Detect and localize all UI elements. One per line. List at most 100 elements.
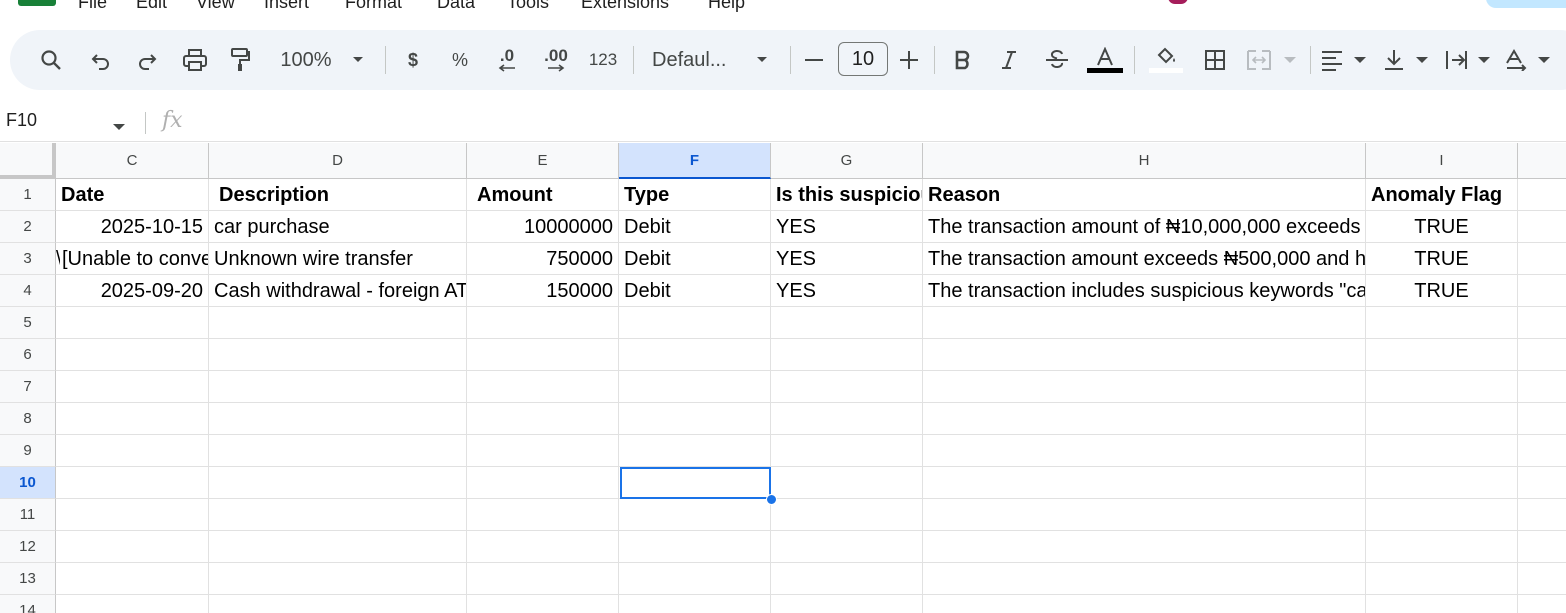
cell-g1[interactable]: Is this suspicious [771,179,923,211]
cell-e14[interactable] [467,595,619,613]
cell-j11[interactable] [1518,499,1566,531]
font-family-dropdown-icon[interactable] [752,30,772,90]
cell-g2[interactable]: YES [771,211,923,243]
cell-g7[interactable] [771,371,923,403]
row-header-7[interactable]: 7 [0,371,56,403]
menu-view[interactable]: View [196,0,235,12]
cell-c3[interactable]: \[Unable to convert [56,243,209,275]
cell-h6[interactable] [923,339,1366,371]
cell-e5[interactable] [467,307,619,339]
cell-i12[interactable] [1366,531,1518,563]
menu-tools[interactable]: Tools [507,0,549,12]
cell-d10[interactable] [209,467,467,499]
row-header-11[interactable]: 11 [0,499,56,531]
cell-i6[interactable] [1366,339,1518,371]
cell-d3[interactable]: Unknown wire transfer [209,243,467,275]
column-header-e[interactable]: E [467,143,619,179]
cell-i5[interactable] [1366,307,1518,339]
row-header-1[interactable]: 1 [0,179,56,211]
cell-f6[interactable] [619,339,771,371]
cell-i14[interactable] [1366,595,1518,613]
merge-cells-icon[interactable] [1246,30,1302,90]
cell-g9[interactable] [771,435,923,467]
column-header-f[interactable]: F [619,143,771,179]
fill-color-icon[interactable] [1148,30,1184,90]
cell-e4[interactable]: 150000 [467,275,619,307]
menu-format[interactable]: Format [345,0,402,12]
cell-i8[interactable] [1366,403,1518,435]
cell-j13[interactable] [1518,563,1566,595]
sheets-logo-icon[interactable] [18,0,56,6]
cell-f3[interactable]: Debit [619,243,771,275]
text-wrap-icon[interactable] [1444,30,1494,90]
cell-d14[interactable] [209,595,467,613]
cell-e12[interactable] [467,531,619,563]
cell-i11[interactable] [1366,499,1518,531]
cell-h11[interactable] [923,499,1366,531]
font-family-select[interactable]: Defaul... [652,30,740,90]
cell-e1[interactable]: Amount [467,179,619,211]
strikethrough-icon[interactable] [1042,30,1072,90]
cell-h13[interactable] [923,563,1366,595]
cell-d5[interactable] [209,307,467,339]
cell-d2[interactable]: car purchase [209,211,467,243]
cell-d6[interactable] [209,339,467,371]
cell-j1[interactable] [1518,179,1566,211]
bold-icon[interactable] [950,30,976,90]
cell-g5[interactable] [771,307,923,339]
row-header-5[interactable]: 5 [0,307,56,339]
cell-e2[interactable]: 10000000 [467,211,619,243]
cell-i1[interactable]: Anomaly Flag [1366,179,1518,211]
zoom-select[interactable]: 100% [274,30,338,90]
percent-format-button[interactable]: % [446,30,474,90]
cell-g8[interactable] [771,403,923,435]
cell-c8[interactable] [56,403,209,435]
cell-h2[interactable]: The transaction amount of ₦10,000,000 ex… [923,211,1366,243]
cell-e3[interactable]: 750000 [467,243,619,275]
cell-j3[interactable] [1518,243,1566,275]
menu-help[interactable]: Help [708,0,745,12]
cell-g4[interactable]: YES [771,275,923,307]
cell-j4[interactable] [1518,275,1566,307]
menu-data[interactable]: Data [437,0,475,12]
cell-f14[interactable] [619,595,771,613]
cell-c13[interactable] [56,563,209,595]
menu-insert[interactable]: Insert [264,0,309,12]
cell-i2[interactable]: TRUE [1366,211,1518,243]
cell-h12[interactable] [923,531,1366,563]
cell-d12[interactable] [209,531,467,563]
column-header-h[interactable]: H [923,143,1366,179]
cell-g6[interactable] [771,339,923,371]
cell-j9[interactable] [1518,435,1566,467]
cell-f2[interactable]: Debit [619,211,771,243]
undo-icon[interactable] [88,30,114,90]
zoom-dropdown-icon[interactable] [348,30,368,90]
borders-icon[interactable] [1200,30,1230,90]
row-header-14[interactable]: 14 [0,595,56,613]
cell-f11[interactable] [619,499,771,531]
row-header-4[interactable]: 4 [0,275,56,307]
cell-c6[interactable] [56,339,209,371]
cell-e8[interactable] [467,403,619,435]
vertical-align-icon[interactable] [1382,30,1432,90]
cell-c1[interactable]: Date [56,179,209,211]
cell-g11[interactable] [771,499,923,531]
row-header-12[interactable]: 12 [0,531,56,563]
cell-f13[interactable] [619,563,771,595]
cell-i3[interactable]: TRUE [1366,243,1518,275]
cell-d4[interactable]: Cash withdrawal - foreign ATM [209,275,467,307]
cell-h10[interactable] [923,467,1366,499]
cell-c14[interactable] [56,595,209,613]
cell-g13[interactable] [771,563,923,595]
menu-edit[interactable]: Edit [136,0,167,12]
redo-icon[interactable] [134,30,160,90]
name-box[interactable]: F10 [6,110,37,131]
cell-d1[interactable]: Description [209,179,467,211]
column-header-next[interactable] [1518,143,1566,179]
text-rotation-icon[interactable] [1504,30,1554,90]
cell-e9[interactable] [467,435,619,467]
column-header-g[interactable]: G [771,143,923,179]
currency-format-button[interactable]: $ [400,30,426,90]
minus-icon[interactable] [802,30,826,90]
cell-h14[interactable] [923,595,1366,613]
